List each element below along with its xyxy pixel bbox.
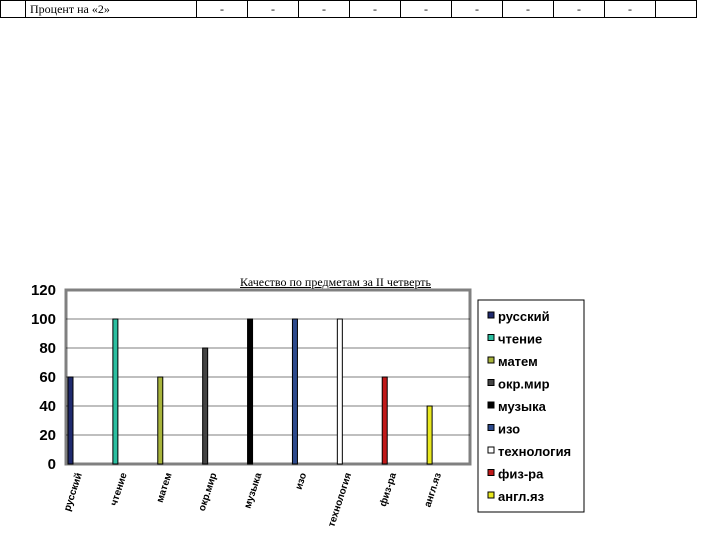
bar (291, 318, 298, 465)
y-tick-label: 20 (39, 427, 56, 444)
x-tick-label: изо (294, 472, 310, 492)
legend-swatch (487, 446, 495, 454)
chart-title: Качество по предметам за II четверть (240, 275, 431, 289)
x-tick-label: англ.яз (423, 472, 444, 509)
bar (112, 318, 119, 465)
legend-swatch (487, 379, 495, 386)
bar (381, 376, 388, 465)
legend-swatch (487, 469, 495, 476)
x-tick-label: матем (155, 472, 175, 504)
y-tick-label: 100 (31, 311, 56, 328)
bar (426, 405, 433, 465)
quality-chart: 0 20 40 60 80 100 120 русский чтение матем окр.мир… (31, 282, 585, 528)
x-tick-label: технология (326, 471, 354, 528)
legend-label: изо (498, 422, 520, 437)
legend-label: русский (498, 309, 550, 324)
legend-label: физ-ра (498, 467, 544, 482)
x-tick-label: музыка (243, 471, 265, 510)
legend-swatch (487, 401, 495, 409)
bar (202, 347, 209, 465)
y-tick-label: 120 (31, 282, 56, 299)
legend-swatch (487, 356, 495, 364)
y-tick-label: 40 (39, 398, 56, 415)
bar (67, 376, 74, 465)
bar (157, 376, 164, 465)
bar (336, 318, 343, 465)
legend-label: музыка (498, 399, 547, 414)
x-tick-label: чтение (109, 471, 130, 507)
legend-swatch (487, 311, 495, 319)
x-tick-label: физ-ра (377, 471, 399, 508)
legend-label: англ.яз (498, 489, 545, 504)
legend-swatch (487, 491, 495, 499)
x-tick-label: окр.мир (197, 472, 220, 513)
legend-swatch (487, 424, 495, 431)
y-tick-label: 80 (39, 340, 56, 357)
legend-label: окр.мир (498, 377, 550, 392)
legend-label: технология (498, 444, 571, 459)
legend-swatch (487, 334, 495, 341)
legend-label: чтение (498, 332, 542, 347)
legend-label: матем (498, 354, 538, 369)
y-tick-label: 60 (39, 369, 56, 386)
y-tick-label: 0 (48, 456, 56, 473)
bar (247, 318, 254, 465)
x-tick-label: русский (62, 472, 85, 513)
